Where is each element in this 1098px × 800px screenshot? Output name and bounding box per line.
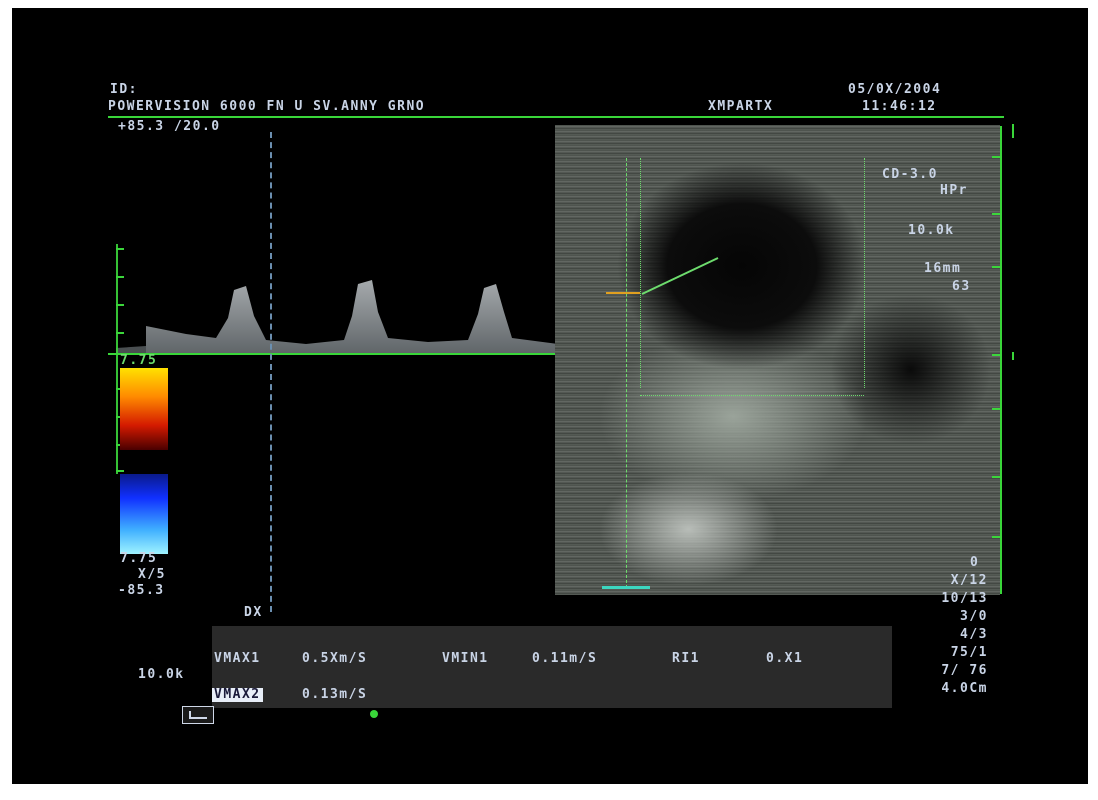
doppler-waveform: [116, 280, 558, 354]
ultrasound-image: [555, 125, 1000, 595]
scale-ratio-label: X/5: [138, 567, 166, 582]
freq-label: 10.0k: [908, 223, 955, 238]
param-line-6: 7/ 76: [941, 663, 988, 678]
sample-gate: [606, 292, 640, 294]
color-scale-positive: [120, 368, 168, 450]
ri1-label: RI1: [672, 651, 700, 666]
scale-bottom-label: 7.75: [120, 551, 158, 566]
hpr-label: HPr: [940, 183, 968, 198]
patient-id-label: ID:: [110, 82, 138, 97]
ultrasound-screen: ID: POWERVISION 6000 FN U SV.ANNY GRNO X…: [12, 8, 1088, 784]
param-line-4: 4/3: [960, 627, 988, 642]
scale-top-label: 7.75: [120, 353, 158, 368]
param-line-7: 4.0Cm: [941, 681, 988, 696]
preset-label: XMPARTX: [708, 99, 774, 114]
scale-neg-label: -85.3: [118, 583, 165, 598]
doppler-marker: DX: [244, 605, 263, 620]
depth-label: 16mm: [924, 261, 962, 276]
focus-marker: [602, 586, 650, 589]
ri1-value: 0.X1: [766, 651, 804, 666]
sample-line: [626, 158, 627, 588]
doppler-baseline: [108, 353, 558, 355]
vmin1-value: 0.11m/S: [532, 651, 598, 666]
zero-label: 0: [970, 555, 980, 570]
depth-scale: [1000, 126, 1002, 594]
vmin1-label: VMIN1: [442, 651, 489, 666]
system-info: POWERVISION 6000 FN U SV.ANNY GRNO: [108, 99, 426, 114]
cursor-icon[interactable]: [182, 706, 214, 724]
color-scale-negative: [120, 474, 168, 554]
status-dot-icon: [370, 710, 378, 718]
doppler-cursor-line: [270, 132, 272, 612]
vmax2-value: 0.13m/S: [302, 687, 368, 702]
param-line-3: 3/0: [960, 609, 988, 624]
vmax1-value: 0.5Xm/S: [302, 651, 368, 666]
angle-correction-icon: [641, 257, 719, 295]
color-box: [640, 395, 864, 396]
vmax1-label: VMAX1: [214, 651, 261, 666]
vmax2-label[interactable]: VMAX2: [212, 688, 263, 702]
param-line-1: X/12: [950, 573, 988, 588]
gain-label: 63: [952, 279, 971, 294]
param-line-2: 10/13: [941, 591, 988, 606]
param-line-5: 75/1: [950, 645, 988, 660]
header-rule: [108, 116, 1004, 118]
doppler-spectrum: [116, 128, 558, 600]
time-label: 11:46:12: [862, 99, 937, 114]
cd-label: CD-3.0: [882, 167, 938, 182]
date-label: 05/0X/2004: [848, 82, 942, 97]
prf-label: 10.0k: [138, 667, 185, 682]
